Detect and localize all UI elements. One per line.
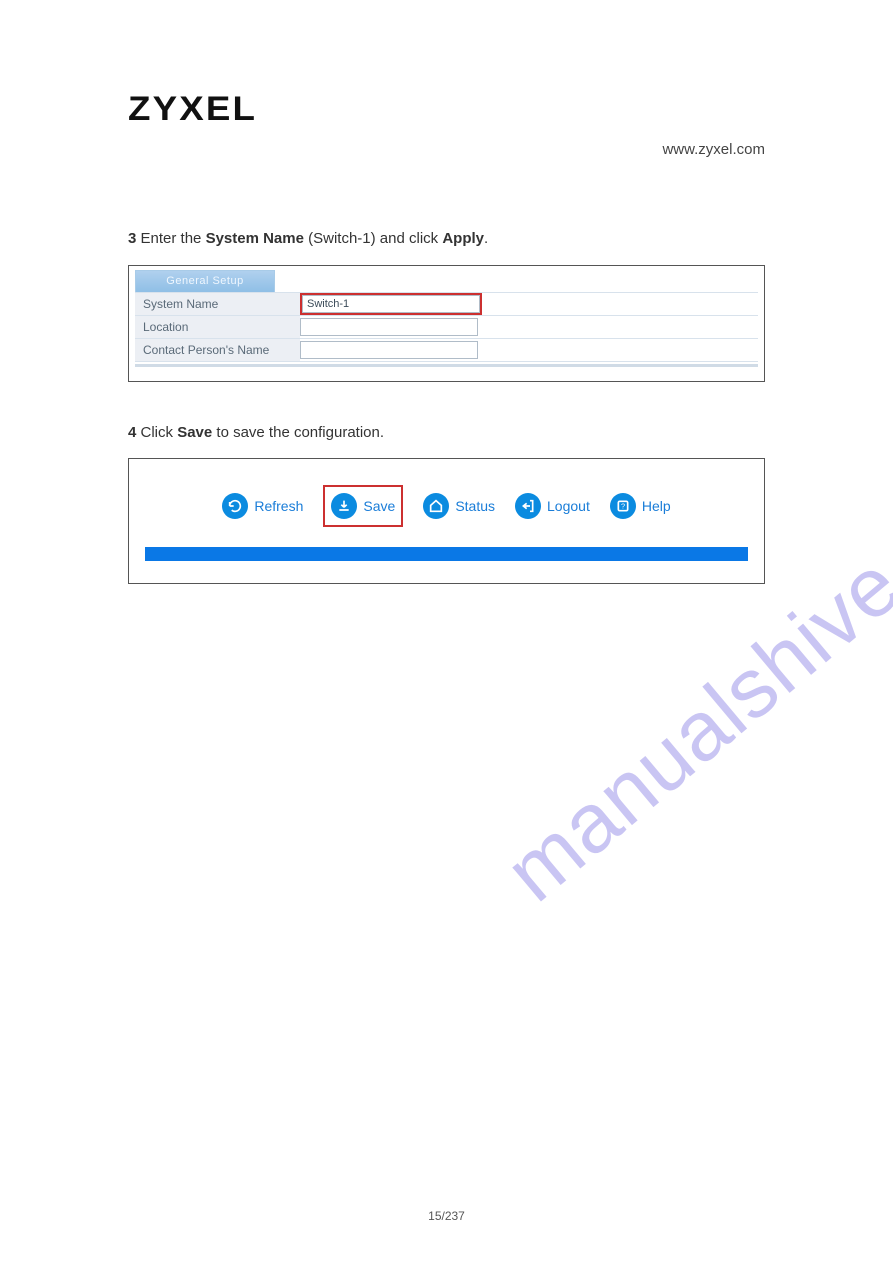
save-button[interactable]: Save — [323, 485, 403, 527]
step-3: 3 Enter the System Name (Switch-1) and c… — [128, 228, 765, 251]
system-name-input[interactable]: Switch-1 — [302, 295, 480, 313]
location-input[interactable] — [300, 318, 478, 336]
refresh-icon — [222, 493, 248, 519]
save-label: Save — [363, 498, 395, 514]
logout-button[interactable]: Logout — [515, 493, 590, 519]
label-location: Location — [135, 315, 300, 338]
logout-icon — [515, 493, 541, 519]
figure-toolbar: Refresh Save Status — [128, 458, 765, 584]
step-number: 4 — [128, 424, 136, 441]
label-contact: Contact Person's Name — [135, 338, 300, 361]
brand-logo: ZYXEL — [128, 90, 816, 129]
toolbar: Refresh Save Status — [143, 485, 750, 527]
row-system-name: System Name Switch-1 — [135, 292, 758, 315]
save-icon — [331, 493, 357, 519]
help-button[interactable]: ? Help — [610, 493, 671, 519]
svg-text:?: ? — [621, 502, 625, 511]
row-location: Location — [135, 315, 758, 338]
tab-general-setup[interactable]: General Setup — [135, 270, 275, 292]
refresh-button[interactable]: Refresh — [222, 493, 303, 519]
step-4: 4 Click Save to save the configuration. — [128, 422, 765, 445]
status-icon — [423, 493, 449, 519]
status-label: Status — [455, 498, 495, 514]
help-label: Help — [642, 498, 671, 514]
figure-general-setup: General Setup System Name Switch-1 Locat… — [128, 265, 765, 382]
status-button[interactable]: Status — [423, 493, 495, 519]
refresh-label: Refresh — [254, 498, 303, 514]
page-footer: 15/237 — [0, 1209, 893, 1223]
handbook-link[interactable]: www.zyxel.com — [128, 141, 765, 158]
toolbar-separator — [145, 547, 748, 561]
setup-table: System Name Switch-1 Location Contact Pe… — [135, 292, 758, 362]
contact-input[interactable] — [300, 341, 478, 359]
step-number: 3 — [128, 230, 136, 247]
logout-label: Logout — [547, 498, 590, 514]
row-contact: Contact Person's Name — [135, 338, 758, 361]
label-system-name: System Name — [135, 292, 300, 315]
help-icon: ? — [610, 493, 636, 519]
